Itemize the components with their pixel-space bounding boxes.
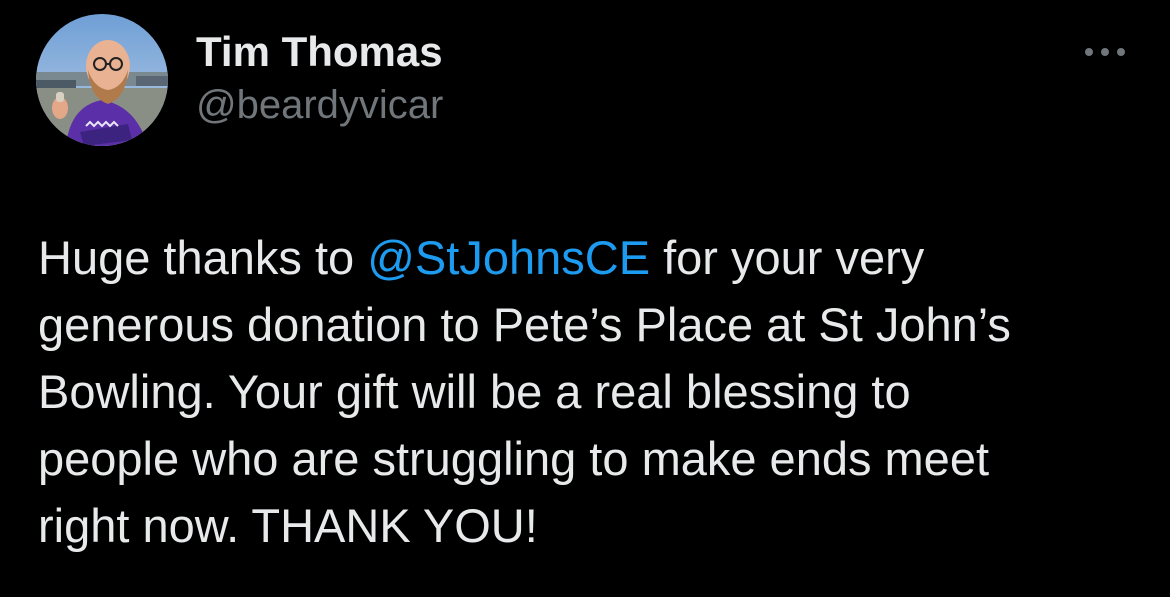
user-handle[interactable]: @beardyvicar [196,80,443,130]
tweet-header: Tim Thomas @beardyvicar [36,14,1136,146]
tweet-line-3: Bowling. Your gift will be a real blessi… [38,365,911,418]
tweet-text-segment: for your very [650,231,925,284]
avatar[interactable] [36,14,168,146]
more-options-button[interactable] [1082,40,1128,64]
mention-link[interactable]: @StJohnsCE [367,231,650,284]
tweet-line-2: generous donation to Pete’s Place at St … [38,298,1011,351]
more-dots-icon [1085,48,1125,56]
tweet-line-4: people who are struggling to make ends m… [38,432,990,485]
avatar-image [36,14,168,146]
author-names: Tim Thomas @beardyvicar [196,28,443,130]
tweet-line-1: Huge thanks to @StJohnsCE for your very [38,224,1138,291]
display-name[interactable]: Tim Thomas [196,28,443,76]
tweet: Tim Thomas @beardyvicar Huge thanks to @… [0,0,1170,597]
tweet-text-segment: Huge thanks to [38,231,368,284]
tweet-line-5: right now. THANK YOU! [38,499,538,552]
tweet-text: Huge thanks to @StJohnsCE for your very … [38,224,1138,559]
